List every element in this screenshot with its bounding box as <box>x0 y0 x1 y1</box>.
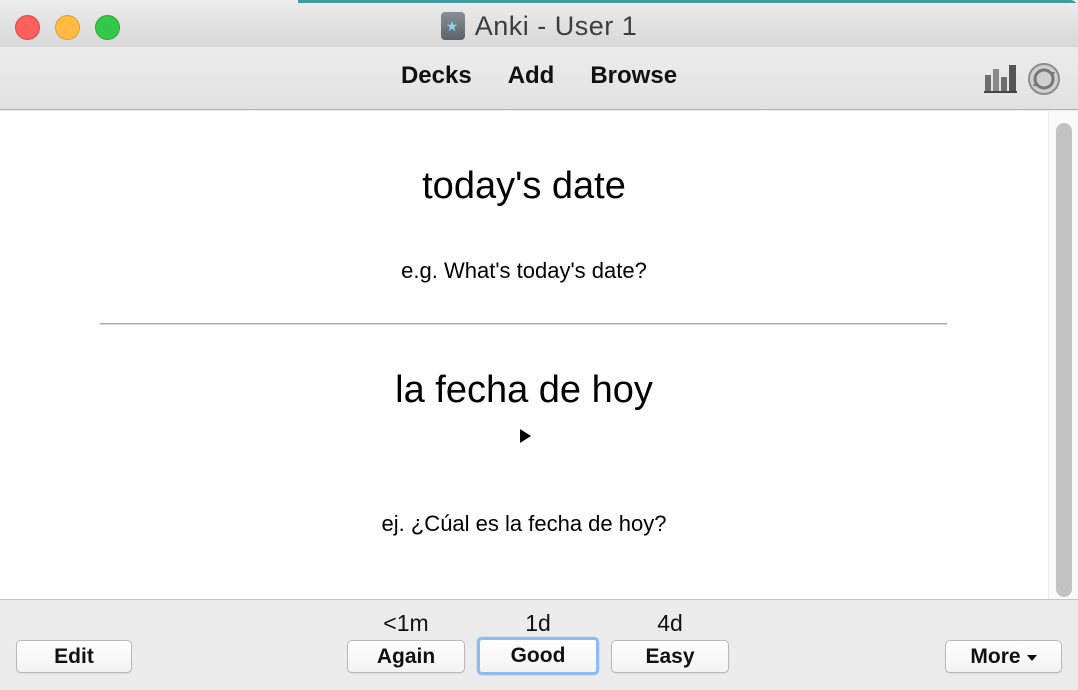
play-audio-icon[interactable] <box>520 429 531 443</box>
dropdown-caret-icon <box>1026 655 1037 661</box>
again-interval: <1m <box>383 610 429 636</box>
add-link[interactable]: Add <box>508 62 555 90</box>
toolbar-nav: Decks Add Browse <box>0 62 1078 90</box>
more-label: More <box>970 644 1021 668</box>
window-title-group: Anki - User 1 <box>0 11 1078 41</box>
easy-interval: 4d <box>657 610 683 636</box>
good-interval: 1d <box>525 610 551 636</box>
review-area: today's date e.g. What's today's date? l… <box>0 111 1078 599</box>
window-title: Anki - User 1 <box>474 10 638 41</box>
sync-icon[interactable] <box>1027 62 1061 96</box>
decks-link[interactable]: Decks <box>401 62 472 90</box>
anki-app-icon <box>440 12 465 40</box>
more-button[interactable]: More <box>945 640 1062 673</box>
scrollbar-thumb[interactable] <box>1056 123 1072 597</box>
card-front-text: today's date <box>422 165 626 207</box>
title-bar: Anki - User 1 <box>0 3 1078 47</box>
card-front-example: e.g. What's today's date? <box>401 258 647 283</box>
stats-icon[interactable] <box>984 63 1018 93</box>
answer-bar: Edit <1m Again 1d Good 4d Easy More <box>0 599 1078 690</box>
good-button[interactable]: Good <box>477 637 599 675</box>
vertical-scrollbar[interactable] <box>1048 111 1078 599</box>
card-back-text: la fecha de hoy <box>395 369 653 411</box>
easy-button[interactable]: Easy <box>611 640 729 673</box>
flashcard: today's date e.g. What's today's date? l… <box>0 111 1048 599</box>
browse-link[interactable]: Browse <box>590 62 677 90</box>
main-toolbar: Decks Add Browse <box>0 47 1078 110</box>
edit-button[interactable]: Edit <box>16 640 132 673</box>
anki-window: Anki - User 1 Decks Add Browse today's d… <box>0 0 1078 690</box>
answer-divider <box>100 323 947 325</box>
again-button[interactable]: Again <box>347 640 465 673</box>
card-back-example: ej. ¿Cúal es la fecha de hoy? <box>381 511 667 536</box>
